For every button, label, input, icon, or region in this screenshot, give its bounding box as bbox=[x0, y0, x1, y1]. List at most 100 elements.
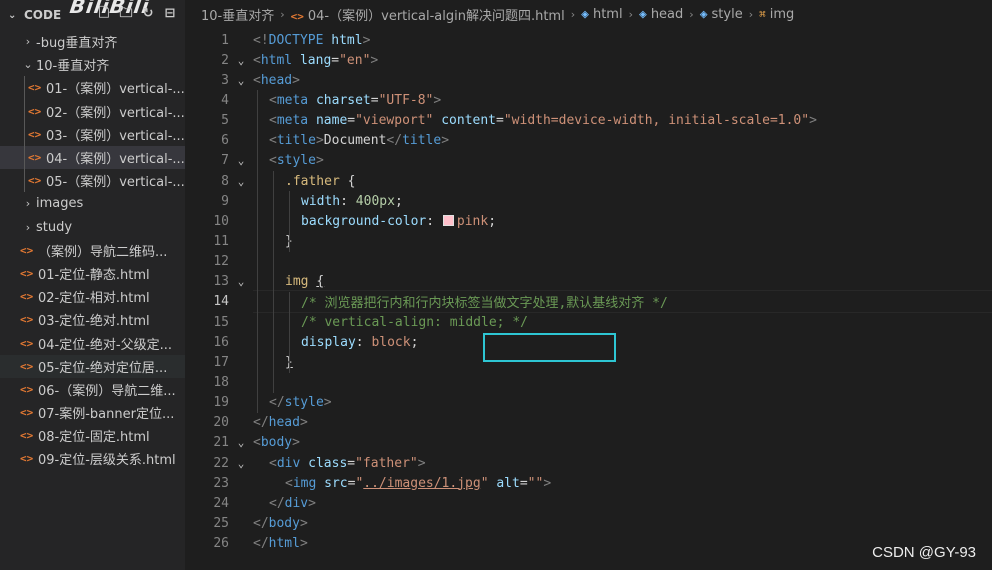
file-item[interactable]: <> 06-（案例）导航二维... bbox=[0, 378, 185, 401]
file-item[interactable]: <> 01-（案例）vertical-... bbox=[0, 76, 185, 99]
breadcrumb-item[interactable]: ◈ head bbox=[639, 7, 683, 22]
code-content: } bbox=[253, 234, 992, 249]
file-item[interactable]: <> 02-（案例）vertical-... bbox=[0, 100, 185, 123]
vscode-window: BiliBili ⌄ CODE 🗋 🗀 ↻ ⊟ › -bug垂直对齐 ⌄ 10-垂直对… bbox=[0, 0, 992, 570]
fold-chevron-icon[interactable]: ⌄ bbox=[229, 436, 253, 449]
breadcrumb-item[interactable]: <> 04-（案例）vertical-algin解决问题四.html bbox=[291, 5, 565, 24]
fold-chevron-icon[interactable]: ⌄ bbox=[229, 175, 253, 188]
breadcrumb-item[interactable]: ◈ style bbox=[700, 7, 743, 22]
code-content: <meta name="viewport" content="width=dev… bbox=[253, 113, 992, 128]
line-number: 3 bbox=[221, 72, 229, 88]
fold-chevron-icon[interactable]: ⌄ bbox=[229, 54, 253, 67]
file-item[interactable]: <> 04-定位-绝对-父级定... bbox=[0, 331, 185, 354]
code-token: </ bbox=[386, 133, 403, 149]
code-line[interactable]: 13 ⌄ img { bbox=[185, 272, 992, 292]
refresh-icon[interactable]: ↻ bbox=[141, 7, 155, 21]
tree-item-label: 02-（案例）vertical-... bbox=[46, 105, 185, 121]
color-swatch-icon[interactable] bbox=[442, 214, 454, 226]
code-token: { bbox=[339, 173, 356, 189]
file-item[interactable]: <> 04-（案例）vertical-... bbox=[0, 145, 185, 170]
code-token: content bbox=[441, 113, 497, 129]
file-item[interactable]: <> 07-案例-banner定位... bbox=[0, 401, 185, 424]
file-item[interactable]: <> 05-（案例）vertical-... bbox=[0, 169, 185, 192]
tree-item-label: 06-（案例）导航二维... bbox=[38, 383, 176, 399]
code-token: style bbox=[276, 153, 316, 169]
code-line[interactable]: 16 display: block; bbox=[185, 332, 992, 352]
code-line[interactable]: 21 ⌄ <body> bbox=[185, 433, 992, 453]
file-item[interactable]: <> 01-定位-静态.html bbox=[0, 262, 185, 285]
code-token: < bbox=[253, 52, 261, 68]
code-line[interactable]: 20 </head> bbox=[185, 413, 992, 433]
new-file-icon[interactable]: 🗋 bbox=[97, 7, 111, 21]
collapse-all-icon[interactable]: ⊟ bbox=[163, 7, 177, 21]
code-line[interactable]: 1 <!DOCTYPE html> bbox=[185, 30, 992, 50]
fold-chevron-icon[interactable]: ⌄ bbox=[229, 154, 253, 167]
code-token: > bbox=[308, 495, 316, 511]
code-token: > bbox=[323, 395, 332, 411]
code-line[interactable]: 23 <img src="../images/1.jpg" alt=""> bbox=[185, 473, 992, 493]
code-line[interactable]: 12 bbox=[185, 252, 992, 272]
code-token: html bbox=[260, 52, 293, 68]
file-item[interactable]: <> 08-定位-固定.html bbox=[0, 424, 185, 447]
code-line[interactable]: 26 </html> bbox=[185, 534, 992, 554]
code-line[interactable]: 15 /* vertical-align: middle; */ bbox=[185, 312, 992, 332]
file-item[interactable]: <> 05-定位-绝对定位居... bbox=[0, 354, 185, 378]
code-line[interactable]: 9 width: 400px; bbox=[185, 191, 992, 211]
explorer-header[interactable]: ⌄ CODE 🗋 🗀 ↻ ⊟ bbox=[0, 0, 185, 30]
code-token: > bbox=[292, 435, 300, 451]
code-line[interactable]: 19 </style> bbox=[185, 393, 992, 413]
code-line[interactable]: 11} bbox=[185, 231, 992, 251]
new-folder-icon[interactable]: 🗀 bbox=[119, 7, 133, 21]
breadcrumb-item[interactable]: ◈ html bbox=[581, 7, 622, 22]
code-token: </ bbox=[269, 495, 285, 511]
code-line[interactable]: 22 ⌄ <div class="father"> bbox=[185, 453, 992, 473]
file-item[interactable]: <> 03-定位-绝对.html bbox=[0, 308, 185, 331]
code-token: html bbox=[268, 536, 300, 552]
folder-item[interactable]: › images bbox=[0, 192, 185, 215]
code-token: </ bbox=[269, 395, 285, 411]
code-token: /* 浏览器把行内和行内块标签当做文字处理,默认基线对齐 */ bbox=[301, 296, 668, 312]
code-line[interactable]: 7 ⌄ <style> bbox=[185, 151, 992, 171]
breadcrumb-item[interactable]: 10-垂直对齐 bbox=[201, 5, 274, 24]
code-token: title bbox=[276, 133, 316, 149]
code-line[interactable]: 25 </body> bbox=[185, 513, 992, 533]
fold-chevron-icon[interactable]: ⌄ bbox=[229, 457, 253, 470]
code-content: </body> bbox=[253, 516, 992, 531]
code-line[interactable]: 6 <title>Document</title> bbox=[185, 131, 992, 151]
code-line[interactable]: 18 bbox=[185, 372, 992, 392]
code-token: > bbox=[315, 153, 324, 169]
file-item[interactable]: <> 02-定位-相对.html bbox=[0, 285, 185, 308]
code-line[interactable]: 10 background-color: pink; bbox=[185, 211, 992, 231]
code-line[interactable]: 14 /* 浏览器把行内和行内块标签当做文字处理,默认基线对齐 */ bbox=[185, 290, 992, 314]
line-number: 14 bbox=[213, 294, 229, 310]
code-line[interactable]: 2 ⌄ <html lang="en"> bbox=[185, 50, 992, 70]
code-line[interactable]: 4 <meta charset="UTF-8"> bbox=[185, 90, 992, 110]
fold-chevron-icon[interactable]: ⌄ bbox=[229, 275, 253, 288]
code-line[interactable]: 17} bbox=[185, 352, 992, 372]
folder-item[interactable]: › -bug垂直对齐 bbox=[0, 30, 185, 53]
fold-chevron-icon[interactable]: ⌄ bbox=[229, 74, 253, 87]
chevron-right-icon: › bbox=[570, 7, 576, 21]
code-line[interactable]: 8 ⌄ .father { bbox=[185, 171, 992, 191]
file-item[interactable]: <> 09-定位-层级关系.html bbox=[0, 447, 185, 470]
code-line[interactable]: 3 ⌄ <head> bbox=[185, 70, 992, 90]
code-line[interactable]: 5 <meta name="viewport" content="width=de… bbox=[185, 111, 992, 131]
folder-item[interactable]: ⌄ 10-垂直对齐 bbox=[0, 53, 185, 76]
line-number: 26 bbox=[213, 536, 229, 552]
code-token: src bbox=[324, 475, 348, 491]
html-file-icon: <> bbox=[20, 452, 34, 466]
chevron-right-icon: › bbox=[689, 7, 694, 21]
breadcrumb-item[interactable]: ⌘ img bbox=[759, 7, 794, 22]
chevron-right-icon: › bbox=[25, 35, 31, 49]
chevron-down-icon[interactable]: ⌄ bbox=[8, 10, 22, 21]
folder-item[interactable]: › study bbox=[0, 216, 185, 239]
file-item[interactable]: <> 03-（案例）vertical-... bbox=[0, 123, 185, 146]
code-content: </div> bbox=[253, 496, 992, 511]
file-item[interactable]: <> （案例）导航二维码... bbox=[0, 239, 185, 262]
code-editor[interactable]: 1 <!DOCTYPE html> 2 ⌄ <html lang="en"> 3 ⌄ <hea… bbox=[185, 30, 992, 554]
line-number: 10 bbox=[213, 213, 229, 229]
line-number: 7 bbox=[221, 153, 229, 169]
html-file-icon: <> bbox=[28, 151, 42, 165]
code-line[interactable]: 24 </div> bbox=[185, 493, 992, 513]
